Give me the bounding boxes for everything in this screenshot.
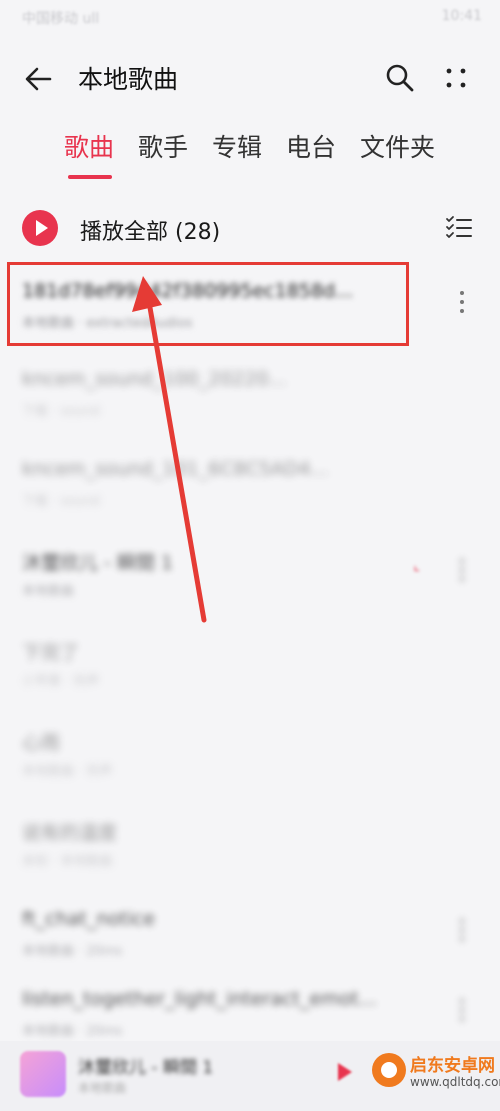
song-row[interactable]: 说有的温度 未知 · 本地歌曲 [0,800,500,888]
song-subtitle: 本地歌曲 · 铃声 [22,764,113,779]
song-row[interactable]: kncem_sound_101_6C8C5AD4... 下载 · sound [0,440,500,528]
song-subtitle: 本地歌曲 [22,584,75,599]
mini-player-title: 沐璽欣儿 - 瞬間 1 [78,1058,214,1078]
mini-play-icon[interactable] [338,1063,352,1081]
song-title: kncem_sound_100_20220... [22,368,287,390]
mini-player-subtitle: 本地歌曲 [78,1081,127,1095]
song-subtitle: 本地歌曲 · 20ms [22,944,123,959]
song-more-icon[interactable] [448,914,476,954]
song-subtitle: 未知 · 本地歌曲 [22,854,113,869]
play-icon[interactable] [22,210,58,246]
play-all-row[interactable]: 播放全部 (28) [0,200,500,258]
play-all-label: 播放全部 (28) [80,220,221,245]
song-row[interactable]: kncem_sound_100_20220... 下载 · sound [0,350,500,438]
song-title: 沐璽欣儿 - 瞬間 1 [22,552,174,574]
search-icon[interactable] [382,60,418,96]
watermark-logo-icon [372,1053,406,1087]
song-title: 心雨 [22,732,61,754]
song-row[interactable]: ft_chat_notice 本地歌曲 · 20ms [0,890,500,978]
song-subtitle: 下载 · sound [22,404,100,419]
song-row[interactable]: 下完了 小苹果 · 铃声 [0,620,500,708]
watermark-url: www.qdltdq.com [410,1075,500,1089]
tab-songs[interactable]: 歌曲 [64,128,114,164]
song-subtitle: 小苹果 · 铃声 [22,674,100,689]
back-icon[interactable] [20,60,58,98]
song-title: 说有的温度 [22,822,118,844]
tab-albums[interactable]: 专辑 [212,128,262,164]
app-header: 本地歌曲 [0,46,500,108]
tab-folders[interactable]: 文件夹 [360,128,435,164]
song-subtitle: 下载 · sound [22,494,100,509]
site-watermark: 启东安卓网 www.qdltdq.com [370,1045,500,1109]
more-menu-icon[interactable] [438,60,474,96]
song-title: 下完了 [22,642,80,664]
song-more-icon[interactable] [448,994,476,1034]
carrier-text: 中国移动 ull [22,11,100,27]
song-row[interactable]: 沐璽欣儿 - 瞬間 1 本地歌曲 ⌞ [0,530,500,618]
song-more-icon[interactable] [448,554,476,594]
song-subtitle: 本地歌曲 · 20ms [22,1024,123,1039]
tab-radio[interactable]: 电台 [286,128,336,164]
song-title: ft_chat_notice [22,908,155,930]
song-title: listen_together_light_interact_emot... [22,988,377,1010]
song-more-icon[interactable] [448,286,476,326]
active-tab-indicator [68,175,112,179]
album-art[interactable] [20,1051,66,1097]
annotation-highlight-box [7,262,409,346]
song-row[interactable]: 心雨 本地歌曲 · 铃声 [0,710,500,798]
status-bar: 中国移动 ull 10:41 [0,0,500,36]
song-title: kncem_sound_101_6C8C5AD4... [22,458,329,480]
clock-text: 10:41 [441,8,482,24]
vip-badge-icon: ⌞ [413,558,420,574]
watermark-name: 启东安卓网 [410,1056,495,1076]
multi-select-icon[interactable] [444,212,474,242]
page-title: 本地歌曲 [78,65,179,94]
tab-artists[interactable]: 歌手 [138,128,188,164]
